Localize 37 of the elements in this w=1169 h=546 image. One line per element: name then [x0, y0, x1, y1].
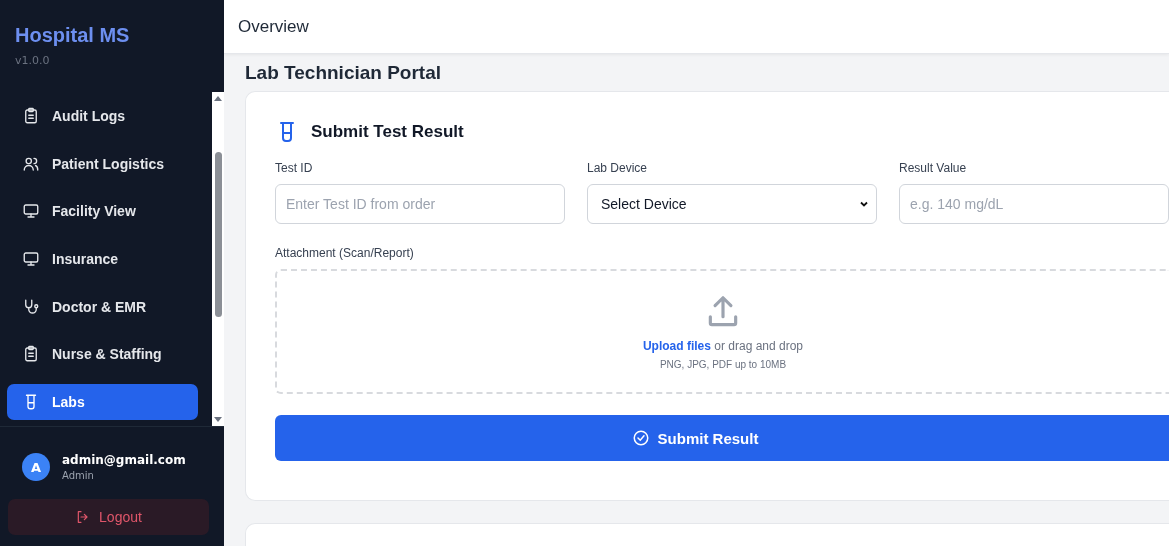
upload-instruction: or drag and drop [713, 339, 804, 353]
monitor-icon [22, 202, 40, 221]
field-label: Test ID [275, 161, 314, 175]
clipboard-icon [22, 106, 40, 125]
user-email: admin@gmail.com [62, 453, 186, 467]
nav-item[interactable]: Labs [7, 384, 198, 421]
version-label: v1.0.0 [15, 54, 51, 67]
nav-item[interactable]: Insurance [7, 241, 198, 277]
nav-item[interactable]: Nurse & Staffing [7, 336, 198, 373]
input-field[interactable]: e.g. 140 mg/dL [899, 184, 1169, 224]
submit-button[interactable]: Submit Result [275, 415, 1169, 461]
stethoscope-icon [22, 297, 40, 316]
page-heading: Overview [238, 16, 309, 37]
field-label: Lab Device [587, 161, 649, 175]
clipboard-icon [22, 345, 40, 364]
scrollbar[interactable] [212, 92, 224, 426]
upload-dropzone[interactable]: Upload files or drag and drop PNG, JPG, PDF up to 10MB [275, 269, 1169, 394]
upload-link[interactable]: Upload files [642, 339, 711, 353]
portal-title: Lab Technician Portal [245, 60, 443, 85]
nav-item[interactable]: Facility View [7, 193, 198, 230]
monitor-icon [22, 250, 40, 268]
user-avatar: A [22, 453, 50, 481]
nav-item[interactable]: Audit Logs [7, 98, 198, 134]
scroll-up-icon[interactable] [213, 94, 223, 102]
check-circle-icon [631, 429, 650, 447]
logout-button[interactable]: Logout [8, 499, 209, 535]
user-role: Admin [62, 470, 95, 481]
field-label: Result Value [899, 161, 968, 175]
form-title: Submit Test Result [311, 122, 464, 142]
input-field[interactable]: Enter Test ID from order [275, 184, 565, 224]
file-type-hint: PNG, JPG, PDF up to 10MB [659, 359, 787, 370]
nav-item[interactable]: Doctor & EMR [7, 288, 198, 325]
app-title: Hospital MS [15, 24, 131, 47]
field-label: Attachment (Scan/Report) [275, 246, 415, 260]
scroll-down-icon[interactable] [213, 416, 223, 424]
device-select[interactable]: Select Device [587, 184, 877, 224]
nav-item[interactable]: Patient Logistics [7, 145, 198, 182]
